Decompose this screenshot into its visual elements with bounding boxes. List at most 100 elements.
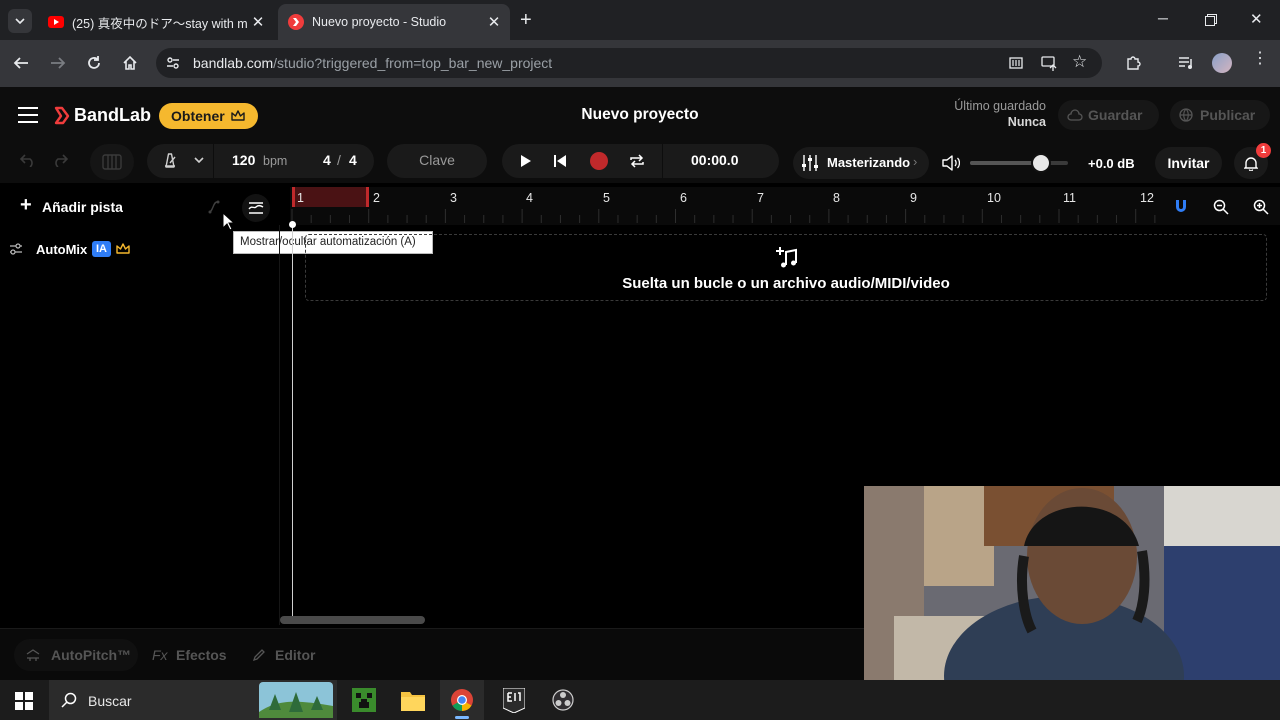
ruler-ticks — [291, 209, 1156, 223]
cloud-upload-icon — [1067, 109, 1083, 121]
reading-mode-icon[interactable] — [1009, 56, 1023, 70]
install-app-icon[interactable] — [1041, 55, 1057, 71]
ai-badge: IA — [92, 241, 111, 257]
youtube-icon — [48, 16, 64, 28]
playhead-handle[interactable] — [289, 221, 296, 228]
redo-icon[interactable] — [52, 153, 68, 167]
piano-keyboard-button[interactable] — [90, 144, 134, 180]
hamburger-menu-icon[interactable] — [18, 107, 38, 123]
chevron-down-icon[interactable] — [194, 157, 204, 163]
close-window-icon[interactable]: ✕ — [1250, 10, 1263, 28]
time-signature-denominator[interactable]: 4 — [349, 152, 357, 168]
profile-avatar[interactable] — [1212, 53, 1232, 73]
drop-zone[interactable]: Suelta un bucle o un archivo audio/MIDI/… — [305, 234, 1267, 301]
back-icon[interactable] — [13, 55, 29, 71]
project-title[interactable]: Nuevo proyecto — [540, 106, 740, 124]
loop-end-handle[interactable] — [366, 187, 369, 207]
effects-label: Efectos — [176, 647, 227, 663]
drop-zone-message: Suelta un bucle o un archivo audio/MIDI/… — [622, 275, 950, 292]
fx-icon: Fx — [152, 647, 168, 663]
publish-label: Publicar — [1200, 107, 1256, 123]
get-membership-button[interactable]: Obtener — [159, 103, 258, 129]
metronome-icon[interactable] — [163, 153, 177, 168]
close-icon[interactable]: ✕ — [484, 13, 504, 31]
mastering-button[interactable]: Masterizando › — [793, 147, 929, 179]
chevron-down-icon — [15, 18, 25, 24]
home-icon[interactable] — [122, 55, 138, 71]
minimize-icon[interactable]: ─ — [1158, 10, 1168, 26]
new-tab-icon[interactable]: + — [520, 10, 532, 30]
minecraft-icon[interactable] — [352, 688, 376, 712]
epic-games-icon[interactable] — [503, 688, 525, 713]
bottom-panel-tabs: AutoPitch™ Fx Efectos Editor — [0, 628, 864, 680]
browser-address-bar: bandlab.com/studio?triggered_from=top_ba… — [0, 40, 1280, 87]
loop-icon[interactable] — [629, 153, 645, 169]
reload-icon[interactable] — [86, 55, 102, 71]
divider — [662, 144, 663, 178]
zoom-in-icon[interactable] — [1253, 199, 1269, 215]
bpm-value[interactable]: 120 — [232, 152, 255, 168]
loop-start-handle[interactable] — [292, 187, 295, 207]
last-saved-label: Último guardado — [954, 99, 1046, 113]
bookmark-star-icon[interactable]: ☆ — [1072, 52, 1087, 72]
invite-button[interactable]: Invitar — [1155, 147, 1222, 179]
pencil-icon — [252, 649, 265, 662]
url-host: bandlab.com — [193, 55, 274, 71]
media-control-icon[interactable] — [1178, 55, 1194, 71]
divider — [213, 144, 214, 178]
address-input[interactable]: bandlab.com/studio?triggered_from=top_ba… — [156, 48, 1102, 78]
time-signature-numerator[interactable]: 4 — [323, 152, 331, 168]
active-indicator — [455, 716, 469, 719]
taskbar-search-input[interactable]: Buscar — [49, 680, 337, 720]
undo-icon[interactable] — [20, 153, 36, 167]
extensions-icon[interactable] — [1125, 55, 1141, 71]
time-display: 00:00.0 — [691, 152, 739, 168]
tab-youtube[interactable]: (25) 真夜中のドア〜stay with me ✕ — [38, 4, 274, 40]
volume-slider-fill — [970, 161, 1041, 165]
automix-row[interactable]: AutoMix IA — [0, 237, 200, 261]
brand-name[interactable]: BandLab — [74, 105, 151, 126]
restore-icon[interactable] — [1205, 14, 1217, 26]
record-button[interactable] — [590, 152, 608, 170]
windows-start-icon[interactable] — [15, 692, 33, 710]
volume-slider-track[interactable] — [970, 153, 1068, 173]
speaker-icon[interactable] — [942, 155, 960, 171]
notification-badge: 1 — [1256, 143, 1271, 158]
tab-search-button[interactable] — [8, 9, 32, 33]
add-track-button[interactable]: + Añadir pista — [8, 191, 138, 223]
transport-controls: 00:00.0 — [502, 144, 779, 178]
track-panel-divider — [279, 225, 280, 625]
effects-tab[interactable]: Fx Efectos — [144, 639, 234, 671]
editor-tab[interactable]: Editor — [244, 639, 334, 671]
automation-lanes-icon — [248, 202, 264, 214]
zoom-out-icon[interactable] — [1213, 199, 1229, 215]
bar-number: 9 — [910, 191, 917, 205]
chrome-taskbar-button[interactable] — [440, 680, 484, 720]
key-button[interactable]: Clave — [387, 144, 487, 178]
horizontal-scrollbar[interactable] — [280, 616, 425, 624]
notifications-button[interactable]: 1 — [1234, 143, 1271, 179]
obs-icon[interactable] — [552, 689, 574, 711]
playhead[interactable] — [292, 224, 293, 620]
autopitch-tab[interactable]: AutoPitch™ — [14, 639, 138, 671]
publish-button[interactable]: Publicar — [1170, 100, 1270, 130]
mastering-label: Masterizando — [827, 155, 911, 170]
tempo-controls: 120 bpm 4 / 4 — [147, 144, 374, 178]
tab-studio[interactable]: Nuevo proyecto - Studio ✕ — [278, 4, 510, 40]
snap-magnet-icon[interactable] — [1174, 199, 1188, 215]
play-icon[interactable] — [520, 154, 532, 168]
volume-slider-knob[interactable] — [1030, 153, 1051, 173]
bell-icon — [1244, 157, 1258, 171]
file-explorer-icon[interactable] — [401, 689, 425, 711]
skip-to-start-icon[interactable] — [553, 154, 567, 168]
save-button[interactable]: Guardar — [1058, 100, 1159, 130]
close-icon[interactable]: ✕ — [248, 13, 268, 31]
timeline-ruler[interactable]: 1 2 3 4 5 6 7 8 9 10 11 12 — [290, 187, 1280, 225]
site-info-icon[interactable] — [166, 56, 180, 70]
automation-curve-icon[interactable] — [207, 199, 223, 215]
bar-number: 4 — [526, 191, 533, 205]
more-menu-icon[interactable]: ⋮ — [1252, 50, 1268, 68]
forward-icon[interactable] — [50, 55, 66, 71]
toggle-automation-button[interactable] — [242, 194, 270, 222]
invite-label: Invitar — [1167, 155, 1210, 171]
